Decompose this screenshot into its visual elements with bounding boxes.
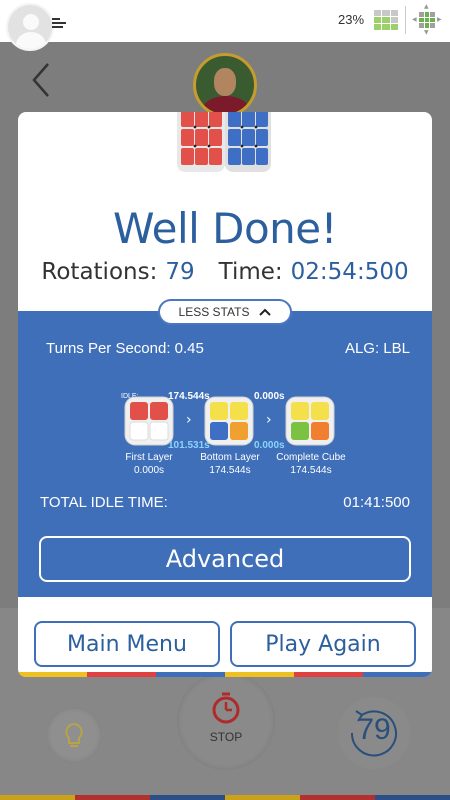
divider	[405, 6, 406, 34]
stage-2-move-time: 0.000s	[254, 391, 285, 402]
stage-3-name: Complete Cube	[276, 452, 346, 463]
time-label: Time:	[218, 259, 283, 285]
advanced-button[interactable]: Advanced	[39, 536, 411, 582]
turns-per-second: Turns Per Second: 0.45	[46, 340, 204, 357]
rotations-label: Rotations:	[41, 259, 158, 285]
lightbulb-icon[interactable]	[46, 707, 102, 763]
stage-arrow: ›	[266, 412, 272, 428]
first-layer-cube	[124, 396, 174, 446]
algorithm-label: ALG: LBL	[344, 340, 410, 357]
complete-cube	[285, 396, 335, 446]
stop-button[interactable]: STOP	[177, 672, 275, 770]
less-stats-label: LESS STATS	[178, 305, 250, 319]
chevron-up-icon	[259, 308, 272, 316]
grid-icon[interactable]	[374, 10, 398, 30]
results-modal: Well Done! Rotations: 79 Time: 02:54:500…	[18, 112, 432, 677]
battery-percent: 23%	[338, 12, 365, 27]
bottom-layer-cube	[204, 396, 254, 446]
modal-color-band	[18, 672, 432, 677]
modal-title: Well Done!	[113, 204, 337, 253]
total-idle-label: TOTAL IDLE TIME:	[40, 494, 168, 511]
color-band	[0, 795, 450, 800]
cube-icon	[177, 112, 271, 172]
result-stats: Rotations: 79 Time: 02:54:500	[18, 259, 432, 285]
stop-label: STOP	[209, 730, 243, 744]
total-idle-value: 01:41:500	[343, 494, 410, 511]
top-bar: 23% ▲ ▼ ◀ ▶	[0, 0, 450, 51]
less-stats-toggle[interactable]: LESS STATS	[158, 299, 292, 325]
main-menu-button[interactable]: Main Menu	[34, 621, 220, 667]
menu-icon[interactable]	[52, 18, 68, 30]
stage-2-idle-time: 0.000s	[254, 440, 285, 451]
profile-avatar[interactable]	[193, 53, 257, 117]
user-avatar-icon[interactable]	[6, 3, 54, 51]
play-again-button[interactable]: Play Again	[230, 621, 416, 667]
stage-3-total: 174.544s	[290, 465, 332, 476]
time-value: 02:54:500	[290, 259, 409, 285]
rotations-value: 79	[165, 259, 195, 285]
rotation-counter: 79	[357, 713, 391, 746]
stage-arrow: ›	[186, 412, 192, 428]
rotate-counter-icon[interactable]: 79	[338, 697, 410, 769]
cube-nav-icon[interactable]: ▲ ▼ ◀ ▶	[412, 4, 442, 36]
stopwatch-icon	[212, 692, 240, 724]
chevron-left-icon[interactable]	[30, 62, 52, 98]
